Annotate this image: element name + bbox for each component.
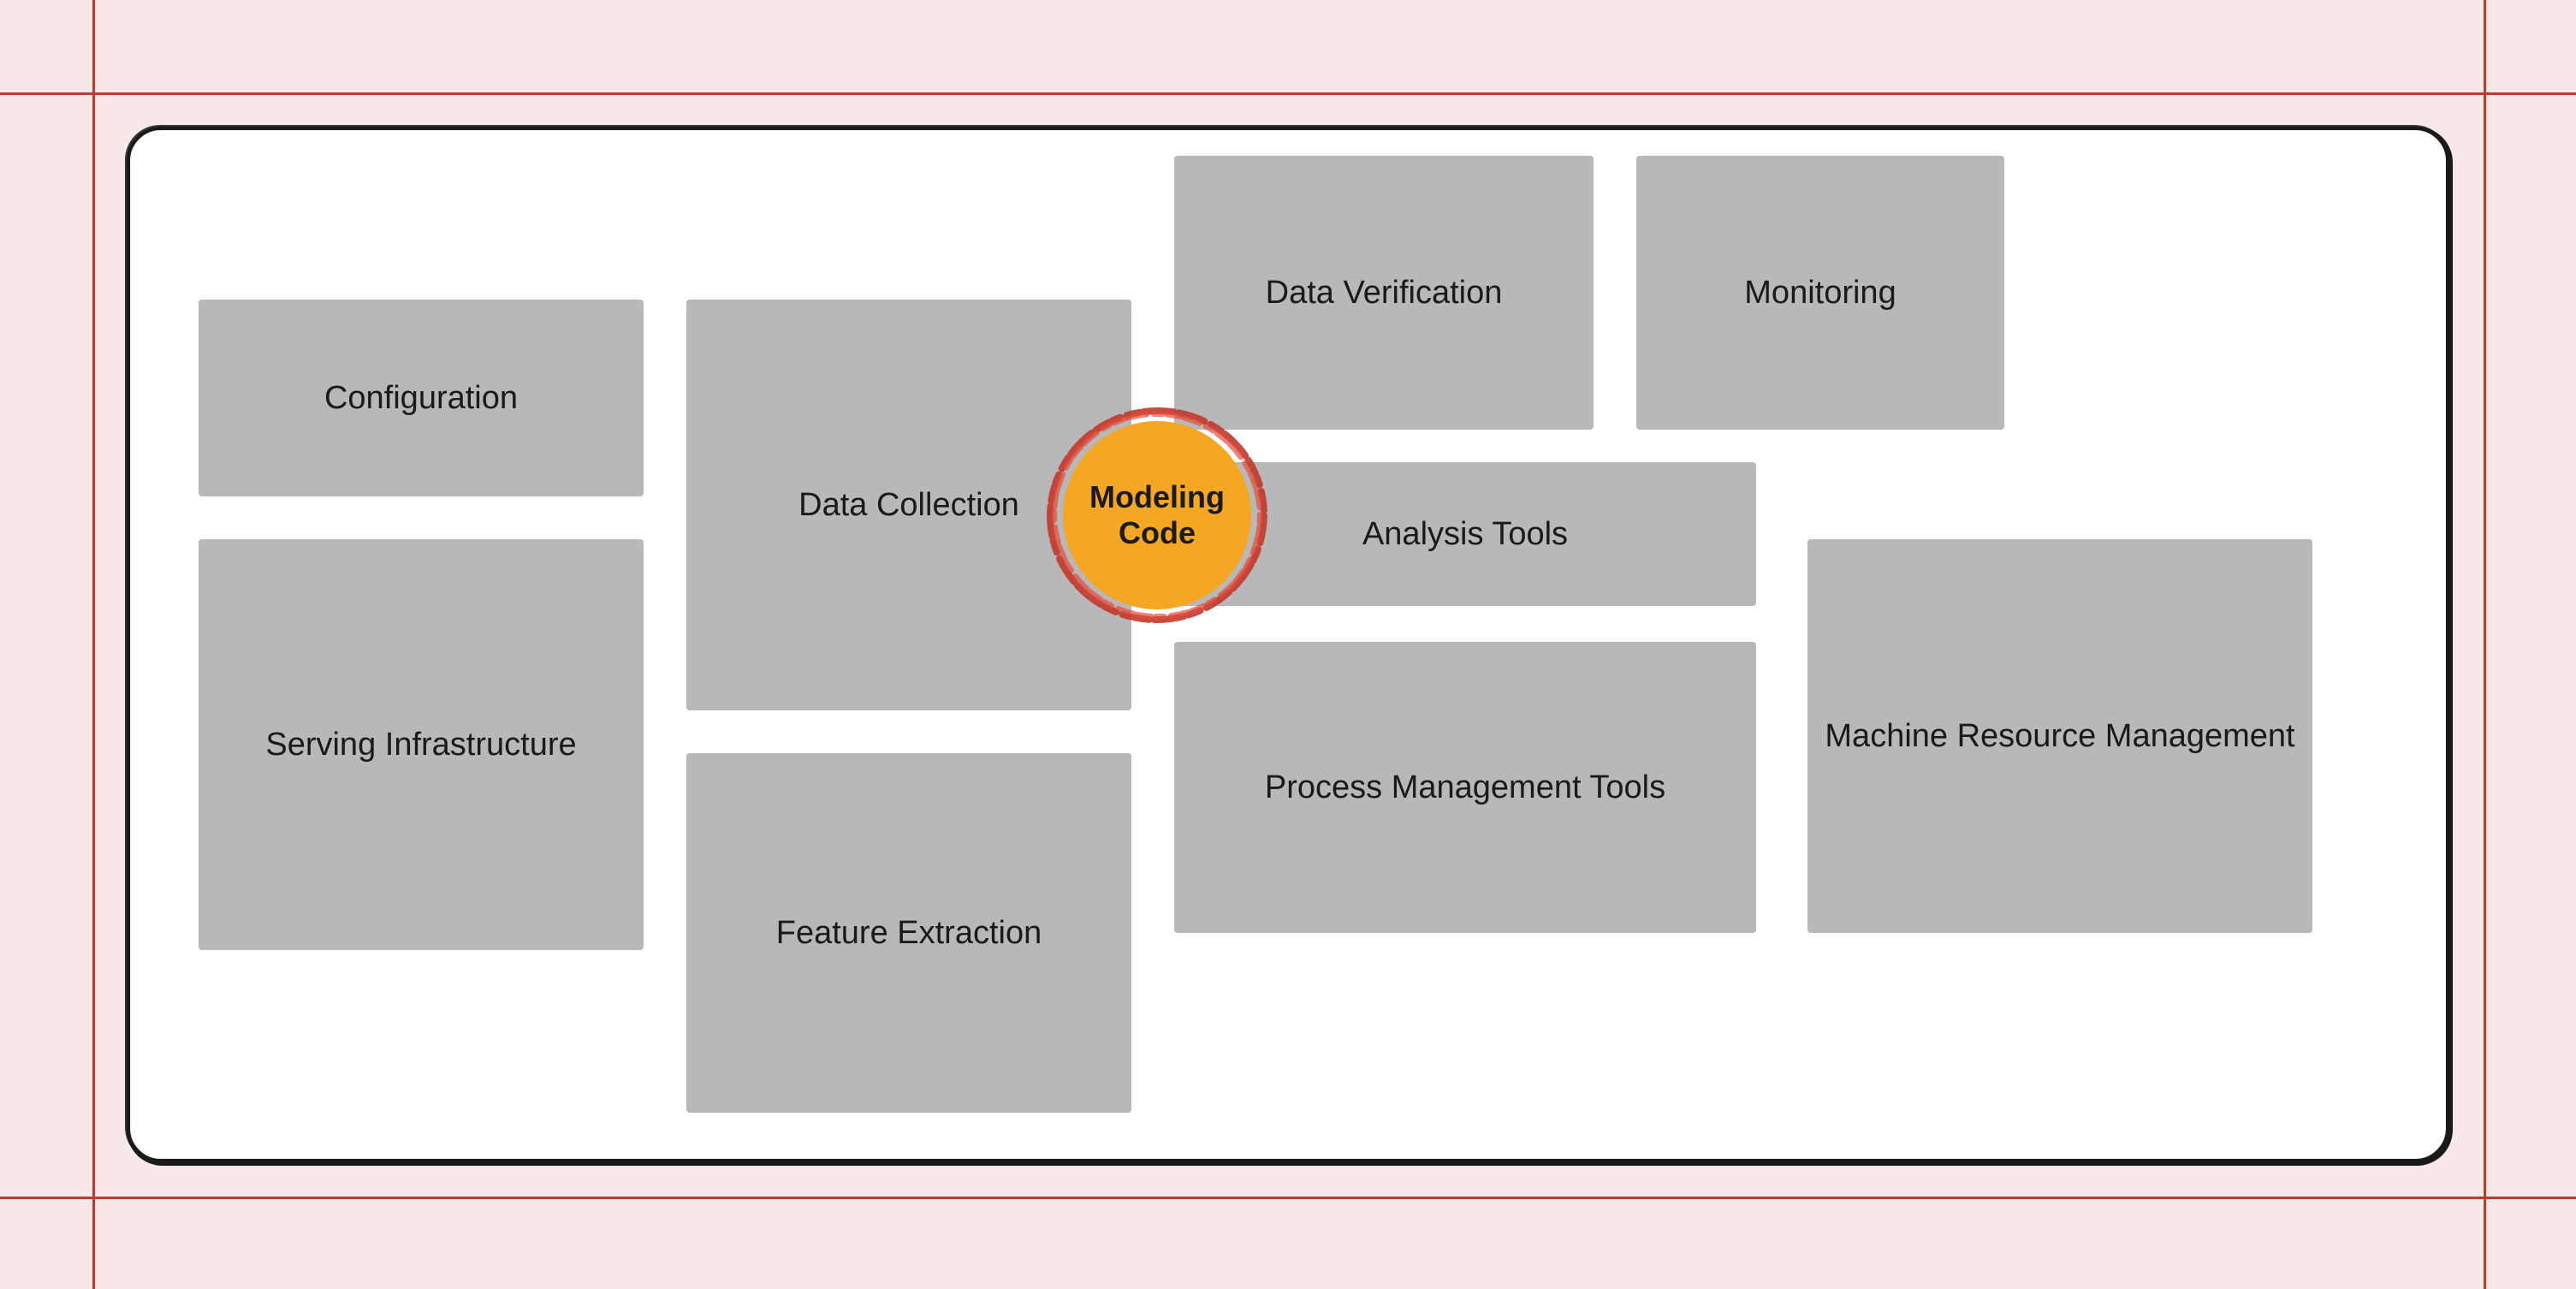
analysis-tools-label: Analysis Tools: [1362, 516, 1568, 553]
modeling-code-label: Modeling Code: [1063, 479, 1251, 551]
machine-resource-box: Machine Resource Management: [1807, 539, 2312, 933]
monitoring-box: Monitoring: [1636, 156, 2004, 430]
data-collection-label: Data Collection: [798, 487, 1019, 524]
process-management-box: Process Management Tools: [1174, 642, 1756, 933]
red-line-vertical-left: [92, 0, 95, 1289]
modeling-code-circle: Modeling Code: [1063, 421, 1251, 609]
configuration-box: Configuration: [199, 300, 644, 496]
red-line-vertical-right: [2484, 0, 2486, 1289]
data-verification-box: Data Verification: [1174, 156, 1594, 430]
process-management-label: Process Management Tools: [1265, 769, 1665, 806]
configuration-label: Configuration: [324, 380, 518, 417]
serving-infrastructure-box: Serving Infrastructure: [199, 539, 644, 950]
serving-infrastructure-label: Serving Infrastructure: [265, 727, 576, 763]
feature-extraction-box: Feature Extraction: [686, 753, 1131, 1113]
red-line-horizontal-top: [0, 92, 2576, 95]
main-diagram-container: Configuration Serving Infrastructure Dat…: [127, 127, 2449, 1162]
data-verification-label: Data Verification: [1266, 275, 1503, 312]
feature-extraction-label: Feature Extraction: [776, 915, 1042, 952]
red-line-horizontal-bottom: [0, 1197, 2576, 1199]
monitoring-label: Monitoring: [1744, 275, 1896, 312]
machine-resource-label: Machine Resource Management: [1825, 718, 2294, 755]
